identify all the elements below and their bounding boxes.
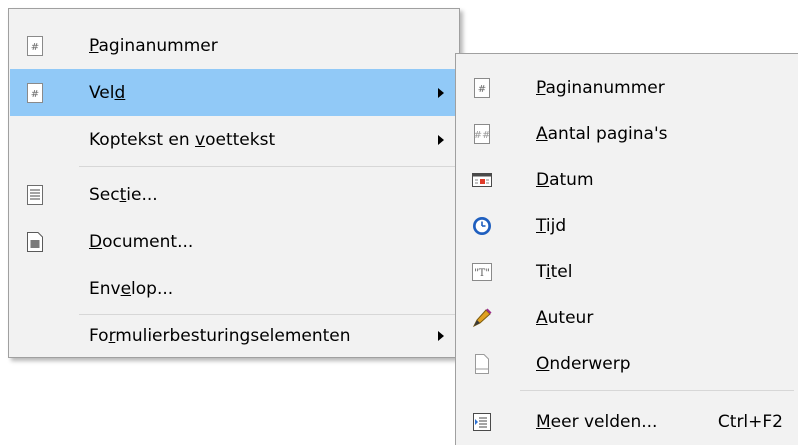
menu-item-form-controls[interactable]: Formulierbesturingselementen <box>10 312 458 359</box>
menu-item-page-number[interactable]: # Paginanummer <box>10 22 458 69</box>
svg-text:#: # <box>31 42 39 53</box>
submenu-item-more-fields[interactable]: Meer velden... Ctrl+F2 <box>457 398 797 445</box>
insert-menu: # Paginanummer # Veld Koptekst en voette… <box>8 8 460 358</box>
field-submenu: # Paginanummer ## Aantal pagina's Datum … <box>455 53 798 445</box>
author-pen-icon <box>471 307 493 329</box>
svg-text:#: # <box>478 84 486 95</box>
svg-text:"T": "T" <box>474 268 490 279</box>
shortcut-label: Ctrl+F2 <box>717 411 783 432</box>
menu-item-section[interactable]: Sectie... <box>10 171 458 218</box>
submenu-item-time[interactable]: Tijd <box>457 202 797 249</box>
svg-text:#: # <box>31 89 39 100</box>
document-icon <box>24 231 46 253</box>
submenu-item-title[interactable]: "T" Titel <box>457 248 797 295</box>
submenu-item-page-number[interactable]: # Paginanummer <box>457 64 797 111</box>
menu-item-document[interactable]: Document... <box>10 218 458 265</box>
menu-item-field[interactable]: # Veld <box>10 69 458 116</box>
field-icon: # <box>24 82 46 104</box>
section-icon <box>24 184 46 206</box>
menu-separator <box>520 390 794 391</box>
clock-icon <box>471 215 493 237</box>
menu-item-header-footer[interactable]: Koptekst en voettekst <box>10 116 458 163</box>
menu-separator <box>79 166 455 167</box>
page-count-icon: ## <box>471 123 493 145</box>
svg-text:##: ## <box>474 130 491 141</box>
submenu-item-date[interactable]: Datum <box>457 156 797 203</box>
submenu-item-page-count[interactable]: ## Aantal pagina's <box>457 110 797 157</box>
menu-item-envelope[interactable]: Envelop... <box>10 265 458 312</box>
date-icon <box>471 169 493 191</box>
submenu-item-author[interactable]: Auteur <box>457 294 797 341</box>
page-number-icon: # <box>471 77 493 99</box>
page-number-icon: # <box>24 35 46 57</box>
subject-icon <box>471 353 493 375</box>
submenu-arrow-icon <box>438 134 444 145</box>
submenu-item-subject[interactable]: Onderwerp <box>457 340 797 387</box>
more-fields-icon <box>471 411 493 433</box>
title-icon: "T" <box>471 261 493 283</box>
submenu-arrow-icon <box>438 87 444 98</box>
submenu-arrow-icon <box>438 330 444 341</box>
